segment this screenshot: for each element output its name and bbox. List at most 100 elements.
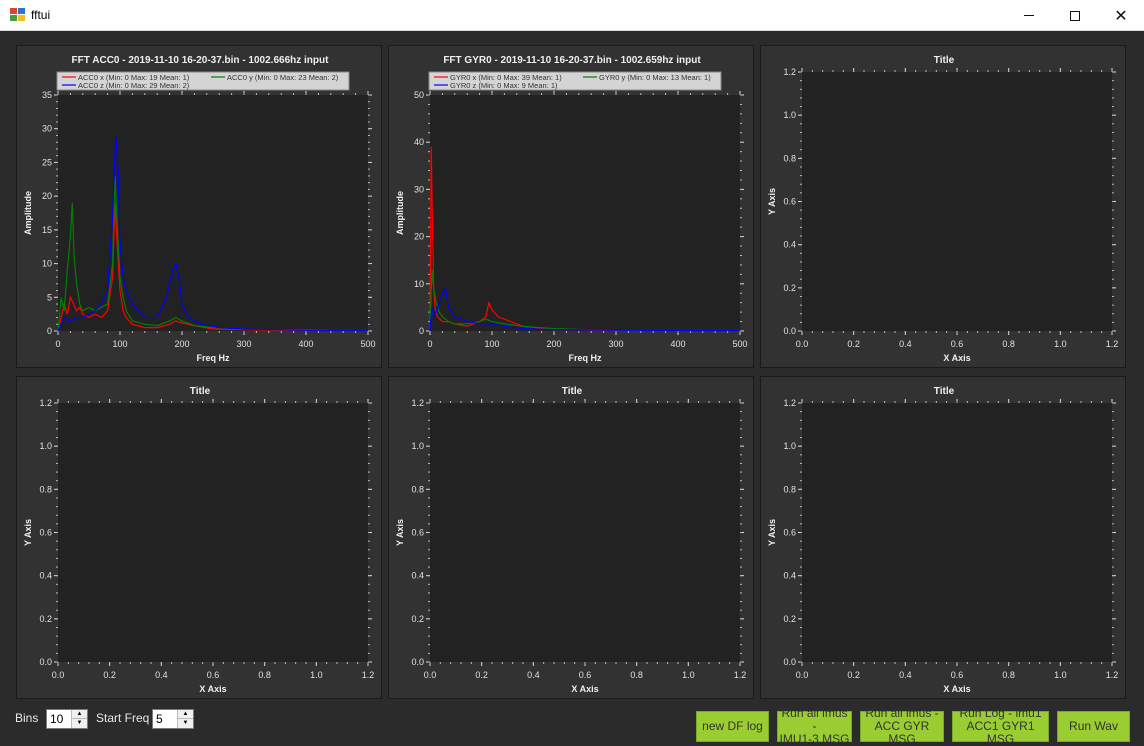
y-tick-label: 25 [42,157,52,167]
y-tick-label: 50 [414,90,424,100]
x-axis-label: Freq Hz [568,353,602,363]
chart-panel-gyr0[interactable]: FFT GYR0 - 2019-11-10 16-20-37.bin - 100… [388,45,754,368]
x-tick-label: 400 [670,339,685,349]
chart-panel-acc0[interactable]: FFT ACC0 - 2019-11-10 16-20-37.bin - 100… [16,45,382,368]
y-tick-label: 0 [47,326,52,336]
run-all-imus-imu-msg-button[interactable]: Run all imus - IMU1-3 MSG [777,707,852,746]
y-tick-label: 40 [414,137,424,147]
close-button[interactable]: ✕ [1098,0,1144,31]
x-tick-label: 0.4 [527,670,540,680]
x-tick-label: 500 [732,339,747,349]
run-log-imu1-button[interactable]: Run Log - imu1 ACC1 GYR1 MSG [952,707,1049,746]
chart-title: FFT ACC0 - 2019-11-10 16-20-37.bin - 100… [72,55,330,66]
start-freq-value[interactable]: 5 [156,712,163,726]
y-tick-label: 0.0 [783,657,796,667]
x-tick-label: 100 [484,339,499,349]
x-tick-label: 0.0 [424,670,437,680]
y-tick-label: 0.4 [783,571,796,581]
x-tick-label: 0.6 [579,670,592,680]
y-tick-label: 0.0 [411,657,424,667]
x-tick-label: 0.8 [258,670,271,680]
minimize-button[interactable] [1006,0,1052,31]
x-tick-label: 0.6 [951,339,964,349]
window-title: fftui [31,8,51,22]
x-tick-label: 1.2 [734,670,747,680]
y-tick-label: 1.0 [783,110,796,120]
y-tick-label: 0.8 [411,484,424,494]
chart-svg: FFT GYR0 - 2019-11-10 16-20-37.bin - 100… [395,55,748,363]
x-tick-label: 0.8 [1002,339,1015,349]
x-tick-label: 0.8 [630,670,643,680]
y-tick-label: 5 [47,292,52,302]
y-tick-label: 0.4 [783,240,796,250]
y-tick-label: 10 [414,279,424,289]
x-tick-label: 1.2 [1106,670,1119,680]
y-tick-label: 30 [42,124,52,134]
y-tick-label: 0.2 [39,614,52,624]
x-axis-label: X Axis [571,684,598,694]
new-df-log-button[interactable]: new DF log [696,711,769,742]
minimize-icon [1024,15,1034,16]
bins-spinner[interactable]: 10 ▲ ▼ [46,709,88,729]
legend-label: ACC0 y (Min: 0 Max: 23 Mean: 2) [227,73,339,82]
maximize-icon [1070,10,1080,21]
y-axis-label: Amplitude [23,191,33,235]
chart-title: Title [190,386,211,397]
y-axis-label: Y Axis [395,519,405,546]
legend-label: ACC0 z (Min: 0 Max: 29 Mean: 2) [78,81,190,90]
y-tick-label: 0.6 [39,528,52,538]
y-tick-label: 35 [42,90,52,100]
plot-area [58,95,368,331]
y-axis-label: Y Axis [23,519,33,546]
chart-svg: Title 0.0 0.2 0.4 0.6 0.8 1.0 1.2 0.0 0.2 0.4 0.6 0.… [767,55,1118,363]
close-icon: ✕ [1114,7,1128,25]
y-tick-label: 0.8 [39,484,52,494]
y-axis-label: Y Axis [767,519,777,546]
chart-title: Title [562,386,583,397]
x-tick-label: 0.0 [796,670,809,680]
x-tick-label: 0.0 [52,670,65,680]
y-tick-label: 1.0 [783,441,796,451]
x-tick-label: 1.0 [1054,670,1067,680]
y-tick-label: 0.2 [783,283,796,293]
app-icon[interactable] [10,8,26,22]
chart-svg: Title 0.0 0.2 0.4 0.6 0.8 1.0 1.2 0.0 0.2 0.4 0.6 0.… [767,386,1119,694]
start-freq-down-arrow-icon[interactable]: ▼ [178,719,193,728]
start-freq-up-arrow-icon[interactable]: ▲ [178,710,193,719]
x-tick-label: 1.0 [682,670,695,680]
x-tick-label: 0.2 [847,670,860,680]
bins-down-arrow-icon[interactable]: ▼ [72,719,87,728]
y-tick-label: 0 [419,326,424,336]
x-tick-label: 0.4 [899,670,912,680]
plot-area [430,95,740,331]
plot-area [430,403,740,662]
x-tick-label: 1.2 [362,670,375,680]
chart-title: FFT GYR0 - 2019-11-10 16-20-37.bin - 100… [443,55,701,66]
x-tick-label: 0.2 [103,670,116,680]
x-tick-label: 0.0 [796,339,809,349]
x-tick-label: 0.4 [155,670,168,680]
x-axis-label: X Axis [943,353,970,363]
run-all-imus-acc-gyr-button[interactable]: Run all imus - ACC GYR MSG [860,707,944,746]
x-tick-label: 0.4 [899,339,912,349]
y-axis-label: Amplitude [395,191,405,235]
y-tick-label: 0.0 [39,657,52,667]
bins-value[interactable]: 10 [50,712,63,726]
legend-label: GYR0 z (Min: 0 Max: 9 Mean: 1) [450,81,558,90]
maximize-button[interactable] [1052,0,1098,31]
legend-label: GYR0 y (Min: 0 Max: 13 Mean: 1) [599,73,711,82]
chart-panel-5[interactable]: Title 0.0 0.2 0.4 0.6 0.8 1.0 1.2 0.0 0.2 0.4 0.6 0.… [388,376,754,699]
x-axis-label: X Axis [943,684,970,694]
x-tick-label: 500 [360,339,375,349]
chart-panel-6[interactable]: Title 0.0 0.2 0.4 0.6 0.8 1.0 1.2 0.0 0.2 0.4 0.6 0.… [760,376,1126,699]
run-wav-button[interactable]: Run Wav [1057,711,1130,742]
y-tick-label: 1.2 [411,398,424,408]
chart-svg: FFT ACC0 - 2019-11-10 16-20-37.bin - 100… [23,55,376,363]
start-freq-spinner[interactable]: 5 ▲ ▼ [152,709,194,729]
y-tick-label: 1.2 [783,398,796,408]
chart-panel-3[interactable]: Title 0.0 0.2 0.4 0.6 0.8 1.0 1.2 0.0 0.2 0.4 0.6 0.… [760,45,1126,368]
y-tick-label: 0.8 [783,153,796,163]
plot-area [58,403,368,662]
bins-up-arrow-icon[interactable]: ▲ [72,710,87,719]
chart-panel-4[interactable]: Title 0.0 0.2 0.4 0.6 0.8 1.0 1.2 0.0 0.2 0.4 0.6 0.… [16,376,382,699]
